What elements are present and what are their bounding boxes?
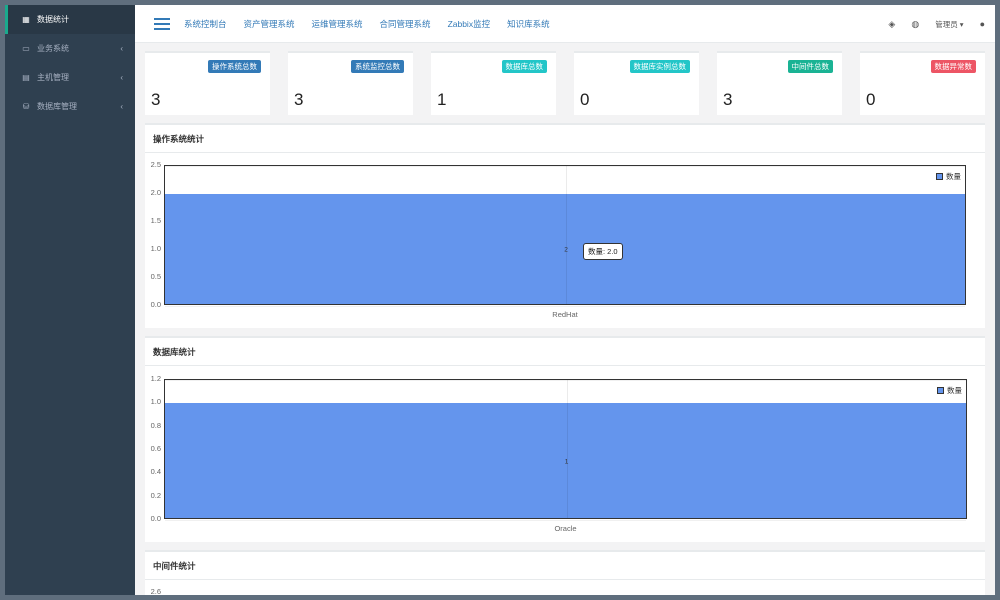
y-tick-label: 1.5 (150, 216, 161, 225)
globe-icon[interactable]: ◍ (911, 19, 919, 30)
nav-link-ops[interactable]: 运维管理系统 (312, 18, 363, 30)
y-tick-label: 1.0 (150, 244, 161, 253)
y-tick-label: 2.6 (150, 587, 161, 595)
sidebar-item-label: 数据统计 (37, 15, 69, 24)
stat-value: 0 (580, 90, 590, 109)
data-label: 1 (564, 458, 569, 466)
grid-line (165, 306, 965, 307)
y-tick-label: 0.6 (150, 444, 161, 453)
nav-link-assets[interactable]: 资产管理系统 (244, 18, 295, 30)
stat-card: 系统监控总数 3 (288, 51, 413, 115)
sidebar-item-label: 数据库管理 (37, 102, 77, 111)
grid-line (566, 380, 568, 518)
legend-label: 数量 (947, 386, 962, 395)
middleware-stats-panel: 中间件统计 2.6 (145, 550, 985, 595)
nav-link-contracts[interactable]: 合同管理系统 (380, 18, 431, 30)
desktop-icon: ▭ (22, 44, 30, 53)
y-tick-label: 2.5 (150, 160, 161, 169)
chart-legend[interactable]: 数量 (936, 171, 961, 182)
chevron-left-icon: ‹ (120, 44, 123, 53)
stat-value: 0 (866, 90, 876, 109)
nav-link-knowledge[interactable]: 知识库系统 (507, 18, 550, 30)
y-tick-label: 0.0 (150, 514, 161, 523)
os-stats-panel: 操作系统统计 0.0 0.5 1.0 1.5 2.0 2.5 2 数量数量: 2.0 RedHa… (145, 123, 985, 328)
x-tick-label: Oracle (554, 524, 577, 533)
stat-value: 1 (437, 90, 447, 109)
panel-title: 数据库统计 (145, 338, 985, 366)
stat-badge: 数据异常数 (930, 60, 976, 73)
stat-badge: 操作系统总数 (208, 60, 261, 73)
stat-badge: 系统监控总数 (351, 60, 404, 73)
sidebar: ▦ 数据统计 ▭ 业务系统 ‹ ▤ 主机管理 ‹ ⛁ 数据库管理 ‹ (5, 5, 135, 595)
sidebar-item[interactable]: ▭ 业务系统 ‹ (5, 34, 135, 63)
y-tick-label: 0.0 (150, 300, 161, 309)
grid-line (566, 166, 567, 304)
legend-label: 数量 (946, 172, 961, 181)
top-navbar: 系统控制台 资产管理系统 运维管理系统 合同管理系统 Zabbix监控 知识库系… (135, 5, 995, 43)
y-tick-label: 0.2 (150, 490, 161, 500)
stat-badge: 数据库总数 (501, 60, 547, 73)
panel-title: 中间件统计 (145, 552, 985, 580)
y-tick-label: 0.8 (150, 420, 161, 430)
data-label: 2 (564, 246, 568, 254)
stat-value: 3 (723, 90, 733, 109)
stat-badge: 中间件总数 (787, 60, 833, 73)
stat-value: 3 (151, 90, 161, 109)
grid-line (165, 520, 966, 521)
y-tick-label: 0.5 (150, 272, 161, 281)
legend-swatch (936, 173, 943, 180)
sidebar-item-label: 主机管理 (37, 73, 69, 82)
stat-value: 3 (294, 90, 304, 109)
sidebar-item[interactable]: ▦ 数据统计 (5, 5, 135, 34)
plot-area: 1 数量 (164, 379, 967, 521)
y-tick-label: 1.2 (150, 374, 161, 383)
sidebar-item[interactable]: ⛁ 数据库管理 ‹ (5, 92, 135, 121)
chart-tooltip: 数量: 2.0 (583, 243, 623, 260)
database-icon: ⛁ (22, 102, 30, 111)
stat-card: 中间件总数 3 (717, 51, 842, 115)
sidebar-item[interactable]: ▤ 主机管理 ‹ (5, 63, 135, 92)
legend-swatch (937, 387, 944, 394)
sidebar-item-label: 业务系统 (37, 44, 69, 53)
panel-title: 操作系统统计 (145, 125, 985, 153)
nav-link-console[interactable]: 系统控制台 (184, 18, 227, 30)
y-tick-label: 1.0 (150, 397, 161, 407)
menu-toggle-icon[interactable] (154, 17, 170, 30)
chart-legend[interactable]: 数量 (937, 385, 962, 396)
stat-card: 数据库总数 1 (431, 51, 556, 115)
dropbox-icon[interactable]: ◈ (888, 19, 895, 30)
server-icon: ▤ (22, 73, 30, 82)
user-icon[interactable]: ● (980, 19, 985, 29)
app-frame: ▦ 数据统计 ▭ 业务系统 ‹ ▤ 主机管理 ‹ ⛁ 数据库管理 ‹ 系统控制台 资产管理系统 运维… (5, 5, 995, 595)
y-tick-label: 2.0 (150, 188, 161, 197)
grid-line (165, 166, 965, 167)
grid-line (165, 380, 966, 381)
grid-icon: ▦ (22, 15, 30, 24)
y-tick-label: 0.4 (150, 467, 161, 477)
nav-link-zabbix[interactable]: Zabbix监控 (448, 18, 491, 30)
plot-area: 2 数量数量: 2.0 (164, 165, 966, 307)
chevron-left-icon: ‹ (120, 73, 123, 82)
stat-card: 数据库实例总数 0 (574, 51, 699, 115)
top-right-tools: ◈ ◍ 管理员 ▾ ● (888, 5, 985, 43)
x-tick-label: RedHat (552, 310, 578, 319)
stat-card: 数据异常数 0 (860, 51, 985, 115)
stat-badge: 数据库实例总数 (629, 60, 690, 73)
stat-card: 操作系统总数 3 (145, 51, 270, 115)
user-menu[interactable]: 管理员 ▾ (935, 19, 963, 30)
db-stats-panel: 数据库统计 0.0 0.2 0.4 0.6 0.8 1.0 1.2 1 数量 Oracle (145, 336, 985, 542)
chevron-left-icon: ‹ (120, 102, 123, 111)
